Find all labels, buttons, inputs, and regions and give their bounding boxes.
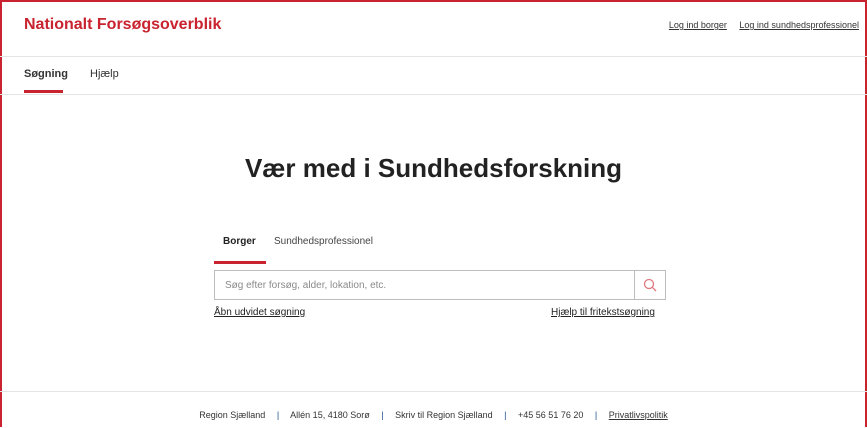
- search-input[interactable]: [214, 270, 634, 300]
- search-bar: [214, 270, 669, 302]
- privacy-policy-link[interactable]: Privatlivspolitik: [609, 410, 668, 420]
- tab-help[interactable]: Hjælp: [90, 68, 119, 80]
- tab-search[interactable]: Søgning: [24, 68, 68, 80]
- brand-logo[interactable]: Nationalt Forsøgsoverblik: [24, 16, 221, 34]
- main-nav: Søgning Hjælp: [0, 56, 867, 95]
- top-links: Log ind borger Log ind sundhedsprofessio…: [659, 20, 859, 30]
- active-search-tab-indicator: [214, 261, 266, 264]
- tab-sundhedsprofessionel[interactable]: Sundhedsprofessionel: [274, 236, 373, 247]
- footer-separator: |: [276, 410, 280, 420]
- advanced-search-link[interactable]: Åbn udvidet søgning: [214, 307, 305, 318]
- footer-write-link[interactable]: Skriv til Region Sjælland: [395, 410, 493, 420]
- site-footer: Region Sjælland | Allén 15, 4180 Sorø | …: [0, 391, 867, 428]
- search-icon: [643, 278, 657, 292]
- site-header: Nationalt Forsøgsoverblik Log ind borger…: [0, 0, 867, 57]
- search-button[interactable]: [634, 270, 666, 300]
- page-title: Vær med i Sundhedsforskning: [244, 153, 623, 183]
- footer-separator: |: [381, 410, 384, 420]
- footer-separator: |: [504, 410, 507, 420]
- login-professional-link[interactable]: Log ind sundhedsprofessionel: [739, 20, 859, 30]
- login-citizen-link[interactable]: Log ind borger: [669, 20, 727, 30]
- freetext-help-link[interactable]: Hjælp til fritekstsøgning: [551, 307, 655, 318]
- search-audience-tabs: Borger Sundhedsprofessionel: [214, 236, 674, 266]
- footer-separator: |: [594, 410, 598, 420]
- footer-address: Allén 15, 4180 Sorø: [290, 410, 370, 420]
- active-tab-indicator: [24, 90, 63, 93]
- tab-borger[interactable]: Borger: [223, 236, 256, 247]
- footer-info: Region Sjælland | Allén 15, 4180 Sorø | …: [0, 410, 867, 420]
- footer-region: Region Sjælland: [199, 410, 266, 420]
- footer-phone[interactable]: +45 56 51 76 20: [518, 410, 583, 420]
